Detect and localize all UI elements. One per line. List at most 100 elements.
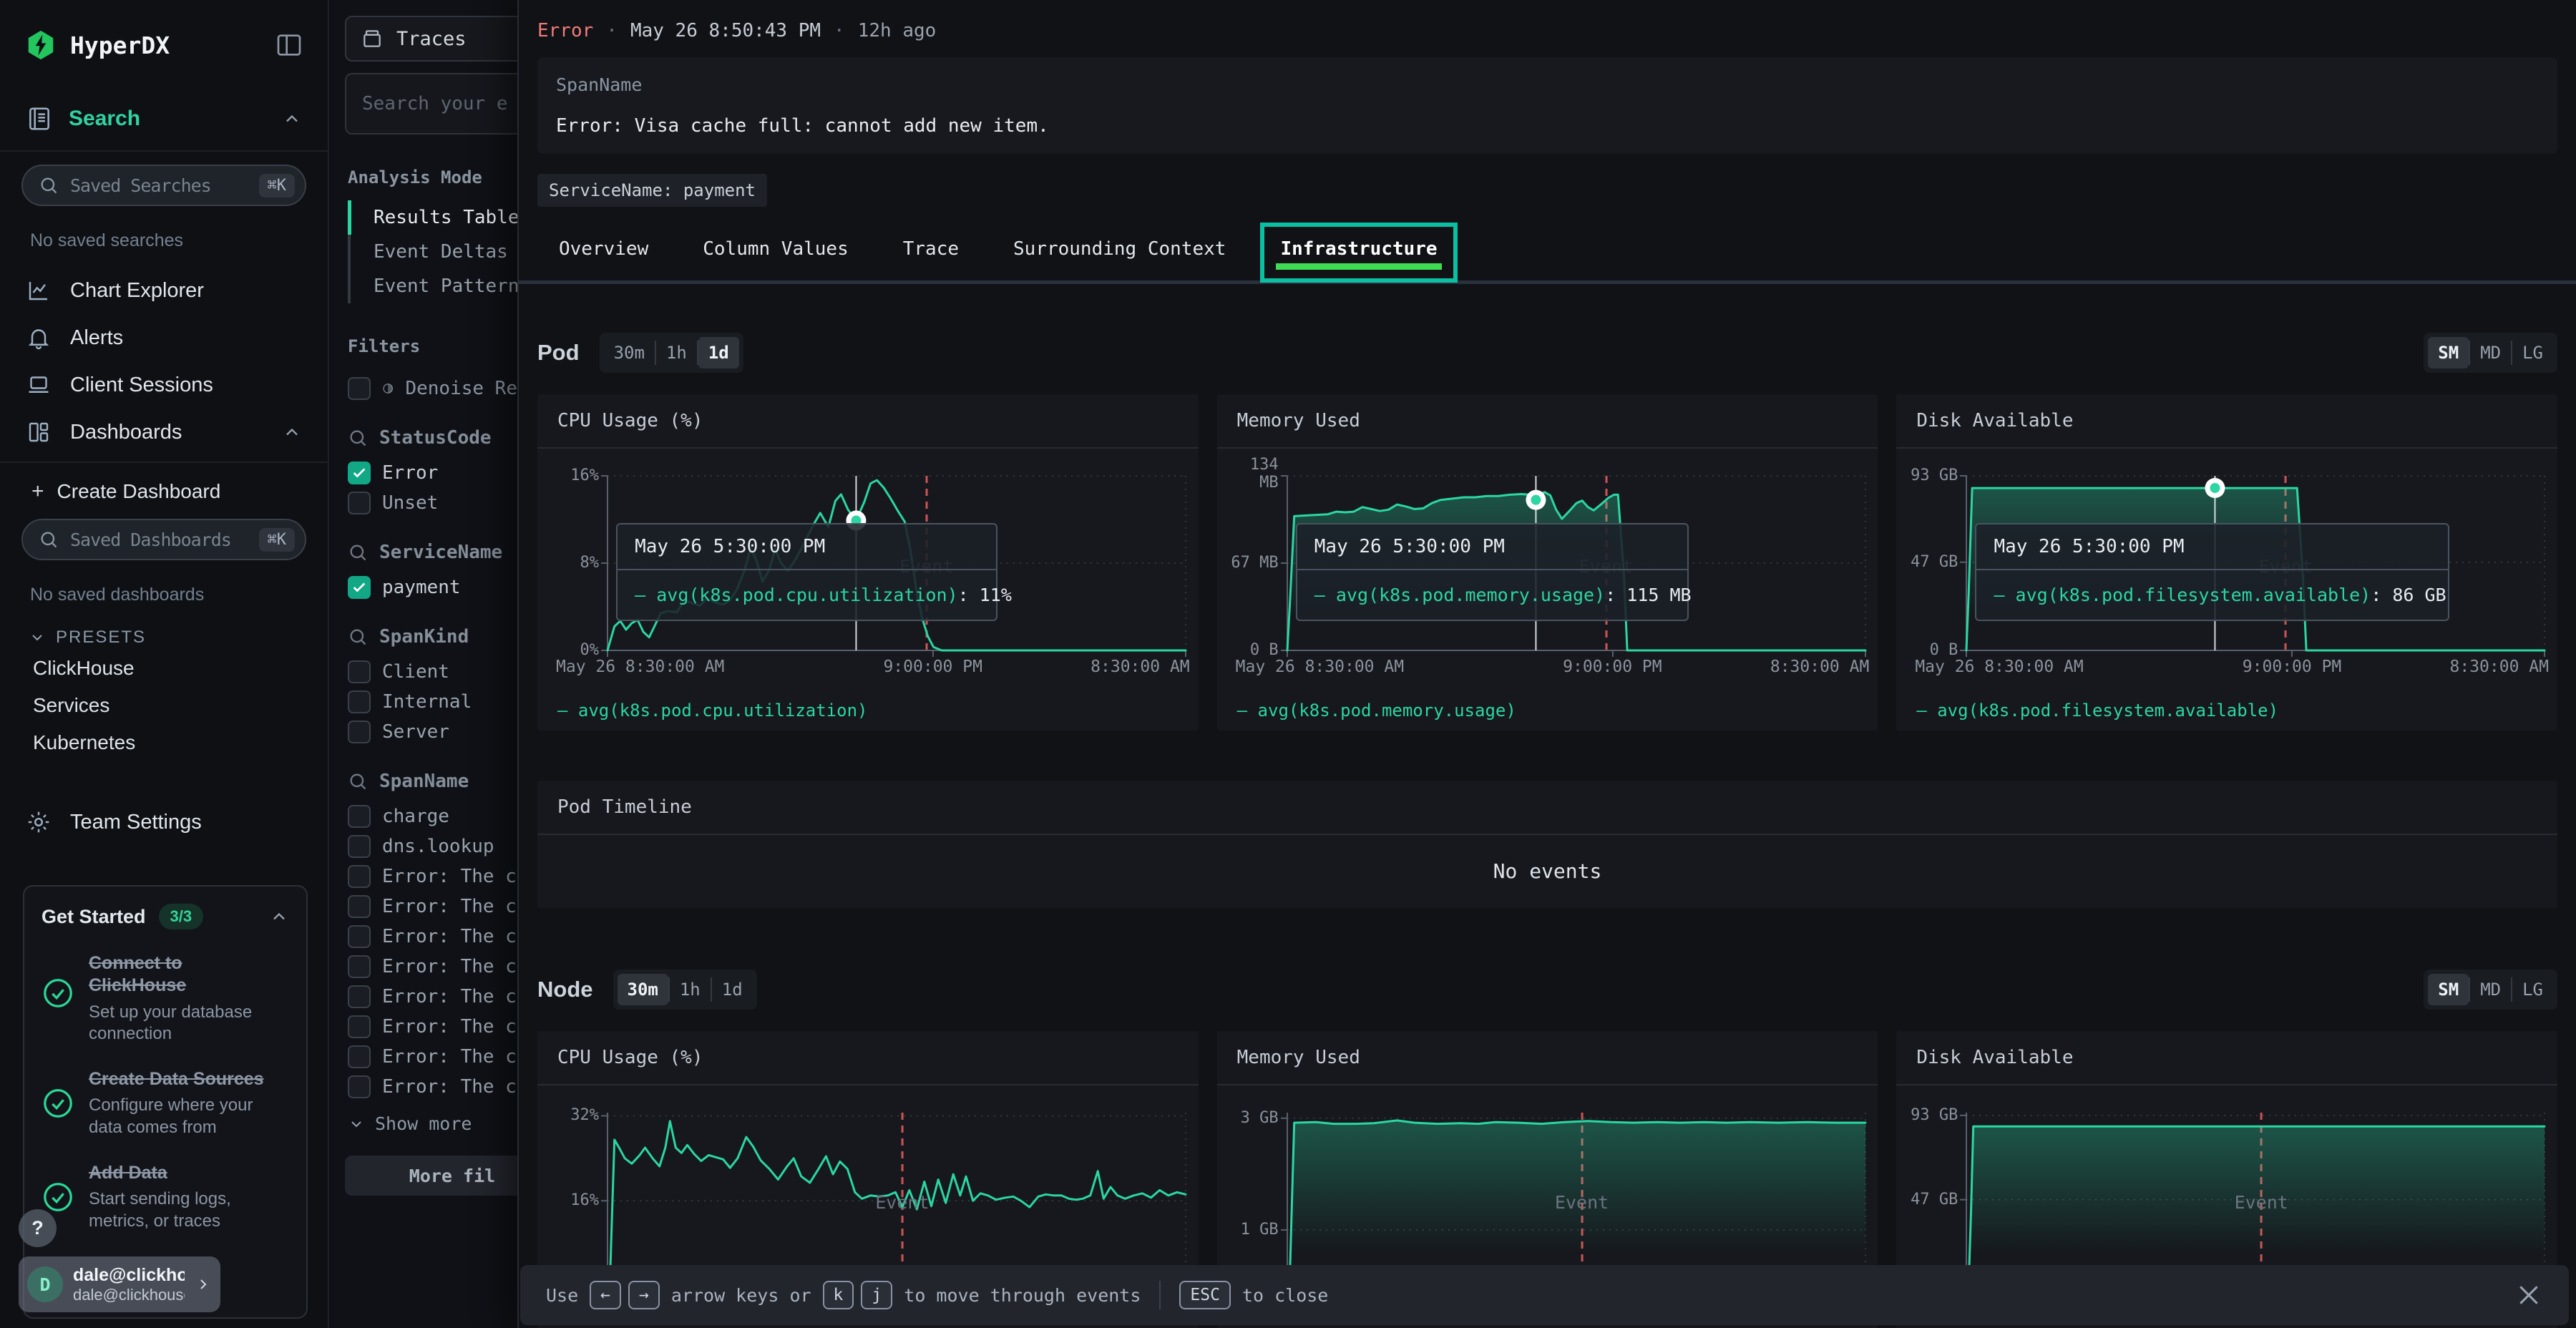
tooltip-value: : 115 MB bbox=[1605, 585, 1691, 605]
node-size-sm[interactable]: SM bbox=[2428, 974, 2469, 1005]
search-icon bbox=[348, 428, 368, 448]
preset-services[interactable]: Services bbox=[0, 687, 328, 724]
filter-option-error-the-cr[interactable]: Error: The cr bbox=[331, 1042, 517, 1072]
team-settings-button[interactable]: Team Settings bbox=[0, 799, 328, 846]
checkbox-icon bbox=[348, 895, 371, 918]
relative-time: 12h ago bbox=[858, 20, 937, 42]
tab-surrounding-context[interactable]: Surrounding Context bbox=[1013, 238, 1226, 277]
filter-option-error[interactable]: Error bbox=[331, 458, 517, 488]
filter-group-spanname: SpanName bbox=[348, 768, 517, 794]
filter-option-error-the-cr[interactable]: Error: The cr bbox=[331, 1072, 517, 1102]
filter-option-error-the-cr[interactable]: Error: The cr bbox=[331, 861, 517, 892]
service-name-tag[interactable]: ServiceName: payment bbox=[537, 174, 767, 207]
sidebar-item-client-sessions[interactable]: Client Sessions bbox=[0, 361, 328, 409]
filter-option-unset[interactable]: Unset bbox=[331, 488, 517, 518]
get-started-header[interactable]: Get Started 3/3 bbox=[42, 904, 289, 929]
pod-size-md[interactable]: MD bbox=[2470, 337, 2511, 368]
saved-searches-input[interactable]: Saved Searches ⌘K bbox=[21, 165, 306, 206]
analysis-mode-list: Results TableEvent DeltasEvent Patterns bbox=[348, 200, 517, 303]
filter-option-payment[interactable]: payment bbox=[331, 572, 517, 602]
node-range-1h[interactable]: 1h bbox=[670, 974, 711, 1005]
sidebar-item-alerts[interactable]: Alerts bbox=[0, 314, 328, 361]
filter-option-label: Error bbox=[382, 462, 438, 484]
presets-toggle[interactable]: PRESETS bbox=[29, 625, 328, 650]
tab-wrap: Overview bbox=[559, 238, 648, 277]
letter-key[interactable]: k bbox=[823, 1281, 854, 1309]
denoise-checkbox[interactable]: Denoise Re bbox=[331, 374, 517, 404]
tabs-divider bbox=[519, 280, 2576, 284]
plot-area: EventMay 26 5:30:00 PM— avg(k8s.pod.memo… bbox=[1287, 476, 1865, 650]
filter-option-error-the-cr[interactable]: Error: The cr bbox=[331, 892, 517, 922]
tab-infrastructure[interactable]: Infrastructure bbox=[1280, 238, 1437, 277]
x-axis-tick: 9:00:00 PM bbox=[1563, 658, 1662, 676]
mode-results-table[interactable]: Results Table bbox=[351, 200, 517, 235]
pod-range-1d[interactable]: 1d bbox=[698, 337, 739, 368]
show-more-button[interactable]: Show more bbox=[348, 1113, 517, 1134]
filter-option-charge[interactable]: charge bbox=[331, 801, 517, 831]
y-axis-tick: 16% bbox=[537, 467, 599, 484]
tooltip-series: — avg(k8s.pod.memory.usage): 115 MB bbox=[1297, 570, 1687, 620]
node-range-1d[interactable]: 1d bbox=[712, 974, 753, 1005]
mode-event-deltas[interactable]: Event Deltas bbox=[351, 235, 517, 269]
filter-option-error-the-cr[interactable]: Error: The cr bbox=[331, 922, 517, 952]
tab-column-values[interactable]: Column Values bbox=[703, 238, 849, 277]
tooltip-series-name: — avg(k8s.pod.cpu.utilization) bbox=[635, 585, 958, 605]
arrow-key[interactable]: ← bbox=[590, 1281, 621, 1309]
node-size-lg[interactable]: LG bbox=[2512, 974, 2553, 1005]
letter-key[interactable]: j bbox=[861, 1281, 892, 1309]
saved-dashboards-input[interactable]: Saved Dashboards ⌘K bbox=[21, 519, 306, 560]
get-started-step: Add DataStart sending logs, metrics, or … bbox=[42, 1162, 289, 1233]
filter-option-error-the-cr[interactable]: Error: The cr bbox=[331, 952, 517, 982]
checkbox-icon bbox=[348, 805, 371, 828]
chart-body: 93 GB47 GB0 BEventMay 26 5:30:00 PM— avg… bbox=[1896, 449, 2557, 731]
y-axis-tick: 93 GB bbox=[1896, 467, 1958, 484]
sidebar-item-chart-explorer[interactable]: Chart Explorer bbox=[0, 267, 328, 314]
tooltip-series: — avg(k8s.pod.filesystem.available): 86 … bbox=[1976, 570, 2447, 620]
node-disk-title: Disk Available bbox=[1896, 1031, 2557, 1085]
create-dashboard-button[interactable]: + Create Dashboard bbox=[31, 472, 328, 512]
pod-size-control: SMMDLG bbox=[2424, 333, 2557, 373]
esc-key[interactable]: ESC bbox=[1179, 1281, 1231, 1309]
pod-size-sm[interactable]: SM bbox=[2428, 337, 2469, 368]
pod-range-30m[interactable]: 30m bbox=[604, 337, 655, 368]
node-section-title: Node bbox=[537, 977, 593, 1002]
plot-area: EventMay 26 5:30:00 PM— avg(k8s.pod.cpu.… bbox=[608, 476, 1186, 650]
arrow-key[interactable]: → bbox=[628, 1281, 660, 1309]
pod-range-1h[interactable]: 1h bbox=[656, 337, 697, 368]
collapse-sidebar-icon[interactable] bbox=[275, 31, 303, 59]
source-select[interactable]: Traces bbox=[345, 16, 517, 62]
filter-option-label: Unset bbox=[382, 492, 438, 514]
chevron-up-icon[interactable] bbox=[269, 907, 289, 927]
preset-kubernetes[interactable]: Kubernetes bbox=[0, 724, 328, 761]
node-range-30m[interactable]: 30m bbox=[618, 974, 668, 1005]
close-icon[interactable] bbox=[2514, 1281, 2543, 1309]
event-search-input[interactable]: Search your e bbox=[345, 73, 517, 135]
filter-option-error-the-cr[interactable]: Error: The cr bbox=[331, 982, 517, 1012]
tab-overview[interactable]: Overview bbox=[559, 238, 648, 277]
filter-option-client[interactable]: Client bbox=[331, 657, 517, 687]
tab-trace[interactable]: Trace bbox=[903, 238, 959, 277]
node-size-md[interactable]: MD bbox=[2470, 974, 2511, 1005]
mode-event-patterns[interactable]: Event Patterns bbox=[351, 269, 517, 303]
filter-option-server[interactable]: Server bbox=[331, 717, 517, 747]
more-filters-button[interactable]: More fil bbox=[345, 1156, 517, 1196]
x-axis: May 26 8:30:00 AM9:00:00 PM8:30:00 AM bbox=[1287, 653, 1865, 678]
filter-option-error-the-cr[interactable]: Error: The cr bbox=[331, 1012, 517, 1042]
traces-source-icon bbox=[361, 27, 384, 50]
sidebar-item-search[interactable]: Search bbox=[0, 99, 328, 139]
event-header: Error · May 26 8:50:43 PM · 12h ago bbox=[537, 20, 2557, 42]
help-button[interactable]: ? bbox=[19, 1209, 57, 1247]
preset-clickhouse[interactable]: ClickHouse bbox=[0, 650, 328, 687]
filter-option-dns-lookup[interactable]: dns.lookup bbox=[331, 831, 517, 861]
get-started-step: Connect to ClickHouseSet up your databas… bbox=[42, 952, 289, 1045]
pod-memory-chart-card: Memory Used134 MB67 MB0 BEventMay 26 5:3… bbox=[1217, 394, 1878, 731]
tooltip-time: May 26 5:30:00 PM bbox=[1297, 524, 1687, 570]
pod-size-lg[interactable]: LG bbox=[2512, 337, 2553, 368]
filter-option-internal[interactable]: Internal bbox=[331, 687, 517, 717]
chevron-up-icon[interactable] bbox=[282, 109, 302, 129]
pod-cpu-chart-card: CPU Usage (%)16%8%0%EventMay 26 5:30:00 … bbox=[537, 394, 1199, 731]
sidebar-item-dashboards[interactable]: Dashboards bbox=[0, 409, 328, 456]
user-menu[interactable]: D dale@clickhouse.com dale@clickhouse.co… bbox=[19, 1256, 220, 1312]
event-timestamp: May 26 8:50:43 PM bbox=[630, 20, 821, 42]
node-memory-title: Memory Used bbox=[1217, 1031, 1878, 1085]
